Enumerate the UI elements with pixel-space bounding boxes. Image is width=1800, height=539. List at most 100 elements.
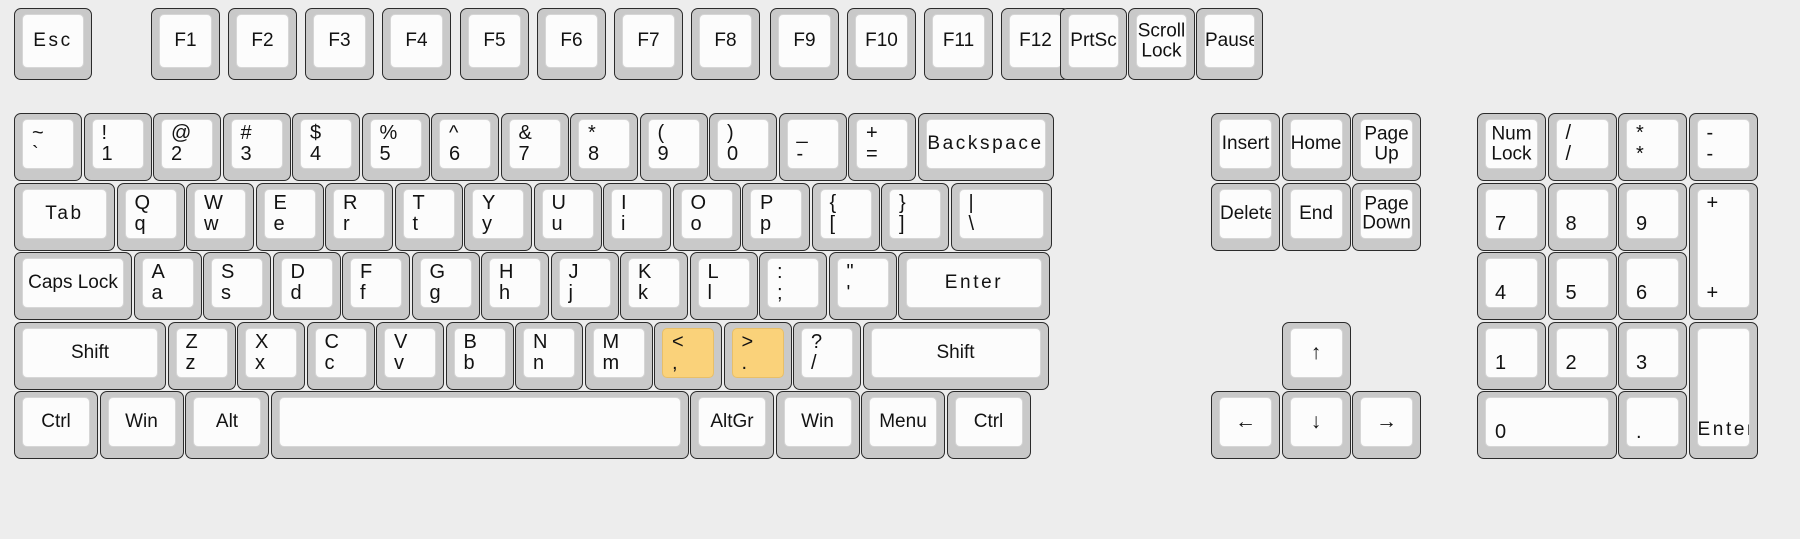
key-space[interactable] (270, 391, 689, 459)
key-menu[interactable]: Menu (861, 391, 945, 459)
key-numpad-4[interactable]: 4 (1477, 252, 1546, 320)
key-page-down[interactable]: Page Down (1352, 182, 1421, 251)
key-key-i[interactable]: Ii (603, 182, 671, 251)
key-ctrl-right[interactable]: Ctrl (946, 391, 1031, 459)
key-key-e[interactable]: Ee (255, 182, 324, 251)
key-key-a[interactable]: Aa (133, 252, 202, 320)
key-shift-right[interactable]: Shift (862, 321, 1049, 390)
key-num-lock[interactable]: Num Lock (1477, 113, 1546, 181)
key-digit-9[interactable]: (9 (639, 113, 708, 181)
key-key-m[interactable]: Mm (584, 321, 653, 390)
key-semicolon[interactable]: :; (759, 252, 827, 320)
key-f11[interactable]: F11 (924, 8, 993, 80)
key-prtsc[interactable]: PrtSc (1060, 8, 1127, 80)
key-key-k[interactable]: Kk (620, 252, 688, 320)
key-f5[interactable]: F5 (460, 8, 529, 80)
key-caps-lock[interactable]: Caps Lock (14, 252, 132, 320)
key-key-z[interactable]: Zz (167, 321, 236, 390)
key-f6[interactable]: F6 (537, 8, 606, 80)
key-arrow-up-key[interactable]: ↑ (1281, 321, 1351, 390)
key-numpad-1[interactable]: 1 (1477, 321, 1546, 390)
key-key-d[interactable]: Dd (272, 252, 341, 320)
key-digit-1[interactable]: ! 1 (83, 113, 152, 181)
key-tab[interactable]: Tab (14, 182, 115, 251)
key-key-g[interactable]: Gg (411, 252, 480, 320)
key-key-o[interactable]: Oo (672, 182, 741, 251)
key-arrow-left-key[interactable]: ← (1211, 391, 1280, 459)
key-digit-2[interactable]: @2 (153, 113, 221, 181)
key-f4[interactable]: F4 (382, 8, 451, 80)
key-numpad-minus[interactable]: -- (1688, 113, 1758, 181)
key-key-s[interactable]: Ss (203, 252, 271, 320)
key-win-right[interactable]: Win (775, 391, 860, 459)
key-pause[interactable]: Pause (1196, 8, 1263, 80)
key-equals[interactable]: + = (848, 113, 916, 181)
key-esc[interactable]: Esc (14, 8, 92, 80)
key-numpad-6[interactable]: 6 (1618, 252, 1687, 320)
key-numpad-enter[interactable]: Enter (1688, 321, 1758, 459)
key-digit-8[interactable]: * 8 (570, 113, 638, 181)
key-numpad-9[interactable]: 9 (1618, 182, 1687, 251)
key-numpad-plus[interactable]: + + (1688, 182, 1758, 320)
key-digit-5[interactable]: % 5 (361, 113, 430, 181)
key-digit-0[interactable]: ) 0 (709, 113, 777, 181)
key-key-p[interactable]: Pp (742, 182, 810, 251)
key-quote[interactable]: " ' (828, 252, 897, 320)
key-key-y[interactable]: Yy (464, 182, 532, 251)
key-minus[interactable]: _ - (778, 113, 847, 181)
key-insert[interactable]: Insert (1211, 113, 1280, 181)
key-alt-left[interactable]: Alt (185, 391, 269, 459)
key-comma[interactable]: <, (654, 321, 722, 390)
key-backspace[interactable]: Backspace (917, 113, 1054, 181)
key-key-x[interactable]: Xx (237, 321, 305, 390)
key-digit-6[interactable]: ^ 6 (431, 113, 499, 181)
key-numpad-7[interactable]: 7 (1477, 182, 1546, 251)
key-f1[interactable]: F1 (151, 8, 220, 80)
key-key-j[interactable]: Jj (550, 252, 619, 320)
key-f10[interactable]: F10 (847, 8, 916, 80)
key-numpad-divide[interactable]: / / (1547, 113, 1617, 181)
key-f7[interactable]: F7 (614, 8, 683, 80)
key-backslash[interactable]: | \ (950, 182, 1052, 251)
key-numpad-2[interactable]: 2 (1547, 321, 1617, 390)
key-key-q[interactable]: Qq (116, 182, 185, 251)
key-numpad-0[interactable]: 0 (1477, 391, 1617, 459)
key-arrow-right-key[interactable]: → (1352, 391, 1421, 459)
key-home[interactable]: Home (1281, 113, 1351, 181)
key-ctrl-left[interactable]: Ctrl (14, 391, 98, 459)
key-slash[interactable]: ? / (793, 321, 861, 390)
key-digit-3[interactable]: #3 (222, 113, 291, 181)
key-numpad-3[interactable]: 3 (1618, 321, 1687, 390)
key-numpad-decimal[interactable]: . (1618, 391, 1687, 459)
key-win-left[interactable]: Win (99, 391, 184, 459)
key-digit-7[interactable]: & 7 (500, 113, 569, 181)
key-altgr[interactable]: AltGr (690, 391, 774, 459)
key-bracket-left[interactable]: {[ (811, 182, 880, 251)
key-key-w[interactable]: Ww (186, 182, 254, 251)
key-numpad-multiply[interactable]: * * (1618, 113, 1687, 181)
key-f9[interactable]: F9 (770, 8, 839, 80)
key-end[interactable]: End (1281, 182, 1351, 251)
key-delete[interactable]: Delete (1211, 182, 1280, 251)
key-numpad-8[interactable]: 8 (1547, 182, 1617, 251)
key-key-h[interactable]: Hh (481, 252, 549, 320)
key-key-b[interactable]: Bb (445, 321, 514, 390)
key-key-l[interactable]: Ll (689, 252, 758, 320)
key-f3[interactable]: F3 (305, 8, 374, 80)
key-key-c[interactable]: Cc (306, 321, 375, 390)
key-arrow-down-key[interactable]: ↓ (1281, 391, 1351, 459)
key-f8[interactable]: F8 (691, 8, 760, 80)
key-numpad-5[interactable]: 5 (1547, 252, 1617, 320)
key-shift-left[interactable]: Shift (14, 321, 166, 390)
key-key-t[interactable]: Tt (394, 182, 463, 251)
key-key-v[interactable]: Vv (376, 321, 444, 390)
key-key-r[interactable]: Rr (325, 182, 393, 251)
key-key-u[interactable]: Uu (533, 182, 602, 251)
key-bracket-right[interactable]: }] (881, 182, 949, 251)
key-key-n[interactable]: Nn (515, 321, 583, 390)
key-backtick[interactable]: ~ ` (14, 113, 82, 181)
key-f2[interactable]: F2 (228, 8, 297, 80)
key-period[interactable]: >. (723, 321, 792, 390)
key-page-up[interactable]: Page Up (1352, 113, 1421, 181)
key-enter[interactable]: Enter (898, 252, 1050, 320)
